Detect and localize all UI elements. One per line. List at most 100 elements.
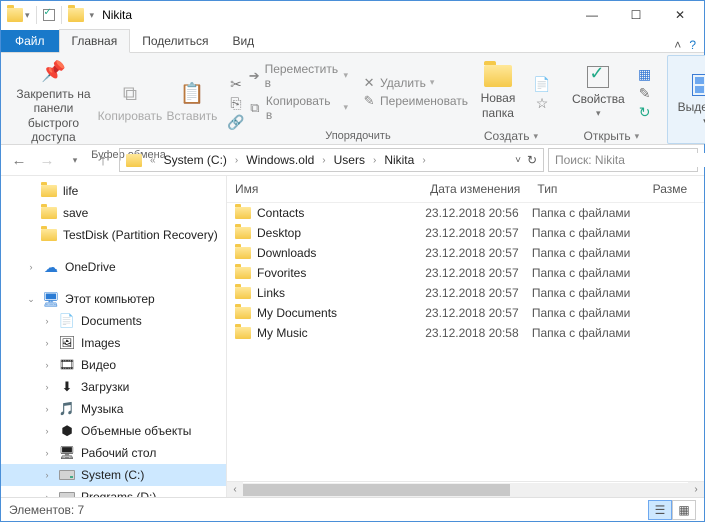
tree-item[interactable]: ›🖼Images [1,332,226,354]
file-pane: Имя Дата изменения Тип Разме Contacts23.… [227,176,704,497]
copy-to-button[interactable]: ⧉Копировать в▾ [246,93,350,123]
history-dropdown[interactable]: ▾ [63,148,87,172]
navigation-pane[interactable]: life save TestDisk (Partition Recovery) … [1,176,227,497]
new-folder-icon [484,63,512,89]
folder-icon: 🎵 [59,401,75,417]
move-icon: ➔ [248,69,261,83]
open-icon[interactable]: ▦ [635,66,655,84]
copy-button[interactable]: ⧉ Копировать [102,77,158,127]
history-icon[interactable]: ↻ [635,104,655,122]
tree-this-pc[interactable]: ⌄🖥Этот компьютер [1,288,226,310]
search-box[interactable]: 🔍 [548,148,698,172]
copy-to-icon: ⧉ [248,101,262,115]
back-button[interactable]: ← [7,148,31,172]
folder-icon [235,227,251,239]
table-row[interactable]: My Documents23.12.2018 20:57Папка с файл… [227,303,704,323]
up-button[interactable]: ↑ [91,148,115,172]
status-bar: Элементов: 7 ☰ ▦ [1,497,704,521]
folder-icon: 🖥 [59,445,75,461]
new-item-icon[interactable]: 📄 [532,75,552,93]
rename-button[interactable]: ✎Переименовать [360,93,470,109]
tree-item[interactable]: ›⬇Загрузки [1,376,226,398]
file-list[interactable]: Contacts23.12.2018 20:56Папка с файламиD… [227,203,704,481]
group-label-new: Создать [484,129,530,143]
table-row[interactable]: Links23.12.2018 20:57Папка с файлами [227,283,704,303]
folder-icon [235,267,251,279]
scroll-thumb[interactable] [243,484,510,496]
tree-item[interactable]: ›System (C:) [1,464,226,486]
edit-icon[interactable]: ✎ [635,85,655,103]
view-large-button[interactable]: ▦ [672,500,696,520]
chevron-down-icon[interactable]: ▾ [25,10,30,21]
select-button[interactable]: Выделить ▾ [674,68,705,131]
table-row[interactable]: My Music23.12.2018 20:58Папка с файлами [227,323,704,343]
cloud-icon: ☁ [43,259,59,275]
close-button[interactable]: ✕ [658,1,702,29]
tab-share[interactable]: Поделиться [130,30,220,52]
folder-icon: ⬢ [59,423,75,439]
table-row[interactable]: Contacts23.12.2018 20:56Папка с файлами [227,203,704,223]
folder-icon [235,327,251,339]
table-row[interactable]: Desktop23.12.2018 20:57Папка с файлами [227,223,704,243]
refresh-icon[interactable]: ↻ [527,153,537,167]
crumb[interactable]: Users [330,151,369,169]
new-folder-button[interactable]: Новая папка [470,59,526,124]
tree-onedrive[interactable]: ›☁OneDrive [1,256,226,278]
group-label-open: Открыть [583,129,630,143]
tree-item[interactable]: ›🎵Музыка [1,398,226,420]
crumb[interactable]: System (C:) [160,151,231,169]
view-details-button[interactable]: ☰ [648,500,672,520]
ribbon-collapse-icon[interactable]: ˄ [674,38,681,52]
tree-item[interactable]: ›📄Documents [1,310,226,332]
crumb[interactable]: Nikita [380,151,418,169]
tree-item[interactable]: TestDisk (Partition Recovery) [1,224,226,246]
forward-button[interactable]: → [35,148,59,172]
scroll-right-button[interactable]: › [688,482,704,498]
new-folder-qat-icon[interactable] [68,8,84,22]
properties-button[interactable]: Свойства ▾ [568,60,629,123]
crumb[interactable]: Windows.old [242,151,318,169]
drive-icon [59,489,75,497]
address-bar[interactable]: « System (C:)› Windows.old› Users› Nikit… [119,148,544,172]
easy-access-icon[interactable]: ☆ [532,94,552,112]
group-label-organize: Упорядочить [262,128,454,144]
col-size[interactable]: Разме [645,180,704,198]
tree-item[interactable]: ›Programs (D:) [1,486,226,497]
folder-icon: 📄 [59,313,75,329]
qat-dropdown-icon[interactable]: ▾ [90,10,95,21]
drive-icon [59,467,75,483]
maximize-button[interactable]: ☐ [614,1,658,29]
navigation-bar: ← → ▾ ↑ « System (C:)› Windows.old› User… [1,145,704,175]
horizontal-scrollbar[interactable]: ‹ › [227,481,704,497]
minimize-button[interactable]: — [570,1,614,29]
folder-icon [235,287,251,299]
properties-qat-icon[interactable] [43,9,55,21]
tree-item[interactable]: ›⬢Объемные объекты [1,420,226,442]
tree-item[interactable]: ›🎞Видео [1,354,226,376]
table-row[interactable]: Fovorites23.12.2018 20:57Папка с файлами [227,263,704,283]
scroll-left-button[interactable]: ‹ [227,482,243,498]
ribbon-tabs: Файл Главная Поделиться Вид ˄ ? [1,29,704,53]
col-date[interactable]: Дата изменения [422,180,529,198]
search-input[interactable] [555,153,705,167]
help-icon[interactable]: ? [689,38,696,52]
rename-icon: ✎ [362,94,376,108]
address-dropdown-icon[interactable]: ˅ [515,155,521,166]
tree-item[interactable]: save [1,202,226,224]
delete-button[interactable]: ✕Удалить▾ [360,75,470,91]
tree-item[interactable]: life [1,180,226,202]
col-name[interactable]: Имя [227,180,422,198]
properties-icon [584,64,612,90]
column-headers[interactable]: Имя Дата изменения Тип Разме [227,176,704,203]
pc-icon: 🖥 [43,291,59,307]
move-to-button[interactable]: ➔Переместить в▾ [246,61,350,91]
table-row[interactable]: Downloads23.12.2018 20:57Папка с файлами [227,243,704,263]
tree-item[interactable]: ›🖥Рабочий стол [1,442,226,464]
tab-file[interactable]: Файл [1,30,59,52]
delete-icon: ✕ [362,76,376,90]
tab-home[interactable]: Главная [59,29,131,53]
paste-button[interactable]: 📋 Вставить [164,77,220,127]
col-type[interactable]: Тип [529,180,644,198]
tab-view[interactable]: Вид [220,30,266,52]
pin-quick-access-button[interactable]: 📌 Закрепить на панели быстрого доступа [11,55,96,149]
